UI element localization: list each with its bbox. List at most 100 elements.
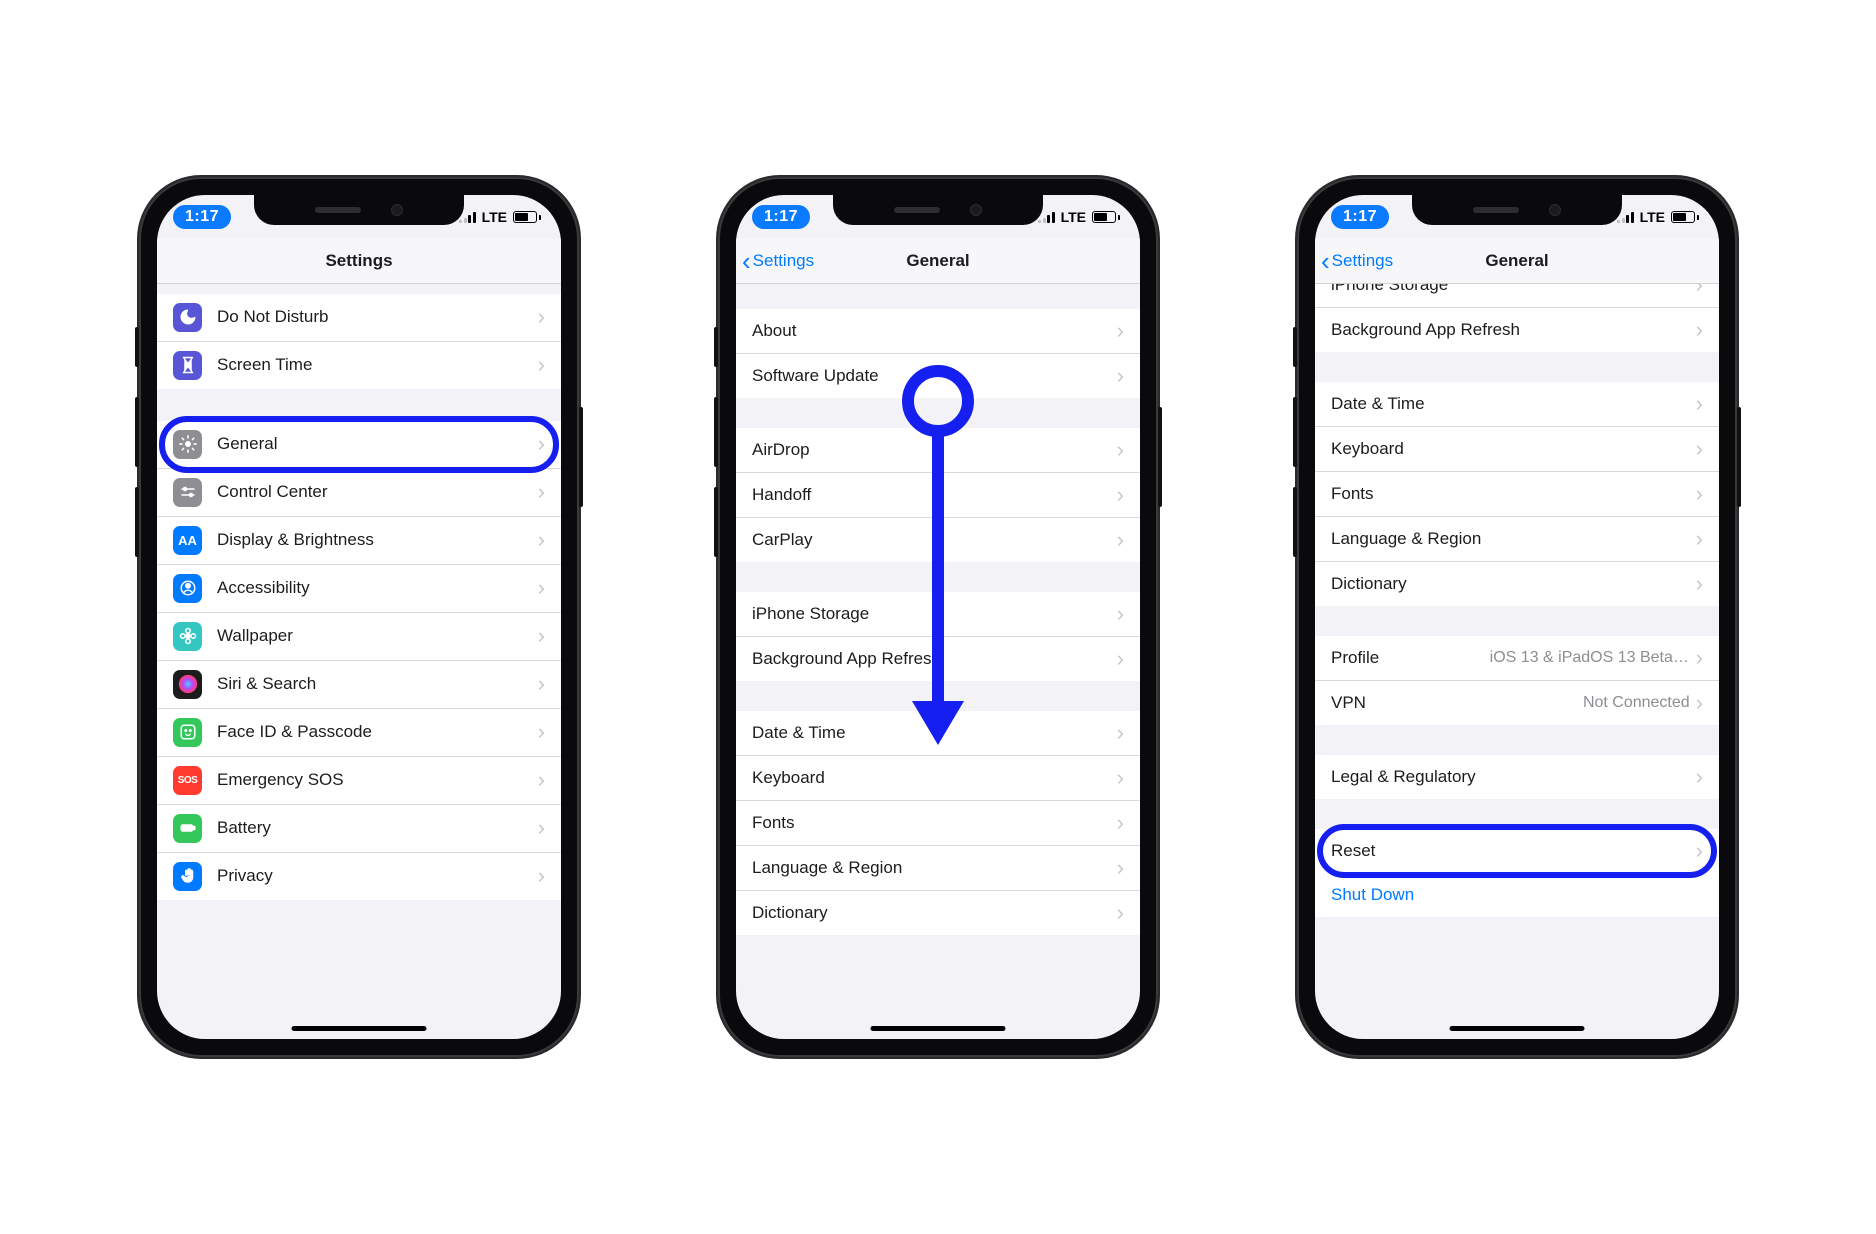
- row-label: Keyboard: [752, 768, 1117, 788]
- row-screentime[interactable]: Screen Time›: [157, 342, 561, 389]
- chevron-right-icon: ›: [1696, 319, 1703, 341]
- row-bgrefresh[interactable]: Background App Refresh›: [736, 637, 1140, 681]
- row-label: Wallpaper: [217, 626, 538, 646]
- row-general[interactable]: General›: [157, 421, 561, 469]
- row-display[interactable]: AADisplay & Brightness›: [157, 517, 561, 565]
- row-label: About: [752, 321, 1117, 341]
- chevron-right-icon: ›: [1117, 767, 1124, 789]
- row-privacy[interactable]: Privacy›: [157, 853, 561, 900]
- navbar: Settings: [157, 239, 561, 284]
- row-accessibility[interactable]: Accessibility›: [157, 565, 561, 613]
- row-label: Battery: [217, 818, 538, 838]
- chevron-right-icon: ›: [538, 433, 545, 455]
- row-datetime[interactable]: Date & Time›: [736, 711, 1140, 756]
- hourglass-icon: [173, 351, 202, 380]
- chevron-right-icon: ›: [538, 306, 545, 328]
- flower-icon: [173, 622, 202, 651]
- row-label: AirDrop: [752, 440, 1117, 460]
- chevron-right-icon: ›: [1117, 439, 1124, 461]
- row-dictionary[interactable]: Dictionary›: [1315, 562, 1719, 606]
- row-label: Dictionary: [1331, 574, 1696, 594]
- back-label: Settings: [1332, 251, 1393, 271]
- row-dnd[interactable]: Do Not Disturb›: [157, 294, 561, 342]
- chevron-right-icon: ›: [1117, 902, 1124, 924]
- status-time: 1:17: [752, 205, 810, 229]
- row-keyboard[interactable]: Keyboard›: [736, 756, 1140, 801]
- row-label: General: [217, 434, 538, 454]
- row-keyboard[interactable]: Keyboard›: [1315, 427, 1719, 472]
- chevron-right-icon: ›: [1117, 529, 1124, 551]
- row-swupdate[interactable]: Software Update›: [736, 354, 1140, 398]
- row-label: Siri & Search: [217, 674, 538, 694]
- row-label: Reset: [1331, 841, 1696, 861]
- row-controlcenter[interactable]: Control Center›: [157, 469, 561, 517]
- phone-frame-2: 1:17 LTE ‹ Settings General About›Softwa…: [718, 177, 1158, 1057]
- status-time: 1:17: [1331, 205, 1389, 229]
- row-label: Accessibility: [217, 578, 538, 598]
- row-sos[interactable]: SOSEmergency SOS›: [157, 757, 561, 805]
- row-label: Fonts: [1331, 484, 1696, 504]
- home-indicator[interactable]: [871, 1026, 1006, 1031]
- row-airdrop[interactable]: AirDrop›: [736, 428, 1140, 473]
- row-reset[interactable]: Reset›: [1315, 829, 1719, 873]
- chevron-right-icon: ›: [1696, 573, 1703, 595]
- chevron-right-icon: ›: [1117, 365, 1124, 387]
- row-label: Shut Down: [1331, 885, 1703, 905]
- row-faceid[interactable]: Face ID & Passcode›: [157, 709, 561, 757]
- home-indicator[interactable]: [1450, 1026, 1585, 1031]
- row-wallpaper[interactable]: Wallpaper›: [157, 613, 561, 661]
- row-label: CarPlay: [752, 530, 1117, 550]
- row-dictionary[interactable]: Dictionary›: [736, 891, 1140, 935]
- row-label: Software Update: [752, 366, 1117, 386]
- gear-icon: [173, 430, 202, 459]
- page-title: General: [906, 251, 969, 271]
- person-icon: [173, 574, 202, 603]
- row-fonts[interactable]: Fonts›: [1315, 472, 1719, 517]
- screen-settings: 1:17 LTE Settings Do Not Disturb›Screen …: [157, 195, 561, 1039]
- back-label: Settings: [753, 251, 814, 271]
- chevron-right-icon: ›: [1117, 648, 1124, 670]
- navbar: ‹ Settings General: [1315, 239, 1719, 284]
- row-fonts[interactable]: Fonts›: [736, 801, 1140, 846]
- row-langregion[interactable]: Language & Region›: [1315, 517, 1719, 562]
- chevron-right-icon: ›: [538, 529, 545, 551]
- row-shutdown[interactable]: Shut Down: [1315, 873, 1719, 917]
- chevron-right-icon: ›: [538, 673, 545, 695]
- row-label: Background App Refresh: [1331, 320, 1696, 340]
- page-title: General: [1485, 251, 1548, 271]
- back-button[interactable]: ‹ Settings: [742, 239, 814, 283]
- row-storage[interactable]: iPhone Storage›: [1315, 283, 1719, 308]
- row-label: Screen Time: [217, 355, 538, 375]
- phone-frame-3: 1:17 LTE ‹ Settings General iPhone Stora…: [1297, 177, 1737, 1057]
- row-vpn[interactable]: VPNNot Connected›: [1315, 681, 1719, 725]
- row-label: Legal & Regulatory: [1331, 767, 1696, 787]
- row-label: Emergency SOS: [217, 770, 538, 790]
- phone-frame-1: 1:17 LTE Settings Do Not Disturb›Screen …: [139, 177, 579, 1057]
- row-legal[interactable]: Legal & Regulatory›: [1315, 755, 1719, 799]
- row-bgrefresh[interactable]: Background App Refresh›: [1315, 308, 1719, 352]
- row-langregion[interactable]: Language & Region›: [736, 846, 1140, 891]
- row-siri[interactable]: Siri & Search›: [157, 661, 561, 709]
- row-carplay[interactable]: CarPlay›: [736, 518, 1140, 562]
- page-title: Settings: [325, 251, 392, 271]
- row-handoff[interactable]: Handoff›: [736, 473, 1140, 518]
- sliders-icon: [173, 478, 202, 507]
- row-datetime[interactable]: Date & Time›: [1315, 382, 1719, 427]
- row-battery[interactable]: Battery›: [157, 805, 561, 853]
- row-storage[interactable]: iPhone Storage›: [736, 592, 1140, 637]
- home-indicator[interactable]: [292, 1026, 427, 1031]
- row-label: Date & Time: [1331, 394, 1696, 414]
- chevron-left-icon: ‹: [742, 248, 751, 274]
- battery-icon: [1671, 211, 1699, 223]
- row-label: Language & Region: [752, 858, 1117, 878]
- chevron-right-icon: ›: [1117, 603, 1124, 625]
- chevron-right-icon: ›: [538, 481, 545, 503]
- back-button[interactable]: ‹ Settings: [1321, 239, 1393, 283]
- face-icon: [173, 718, 202, 747]
- battery-icon: [1092, 211, 1120, 223]
- row-label: Date & Time: [752, 723, 1117, 743]
- battery-icon: [173, 814, 202, 843]
- row-label: iPhone Storage: [1331, 283, 1696, 295]
- row-profile[interactable]: ProfileiOS 13 & iPadOS 13 Beta Softwar..…: [1315, 636, 1719, 681]
- row-about[interactable]: About›: [736, 309, 1140, 354]
